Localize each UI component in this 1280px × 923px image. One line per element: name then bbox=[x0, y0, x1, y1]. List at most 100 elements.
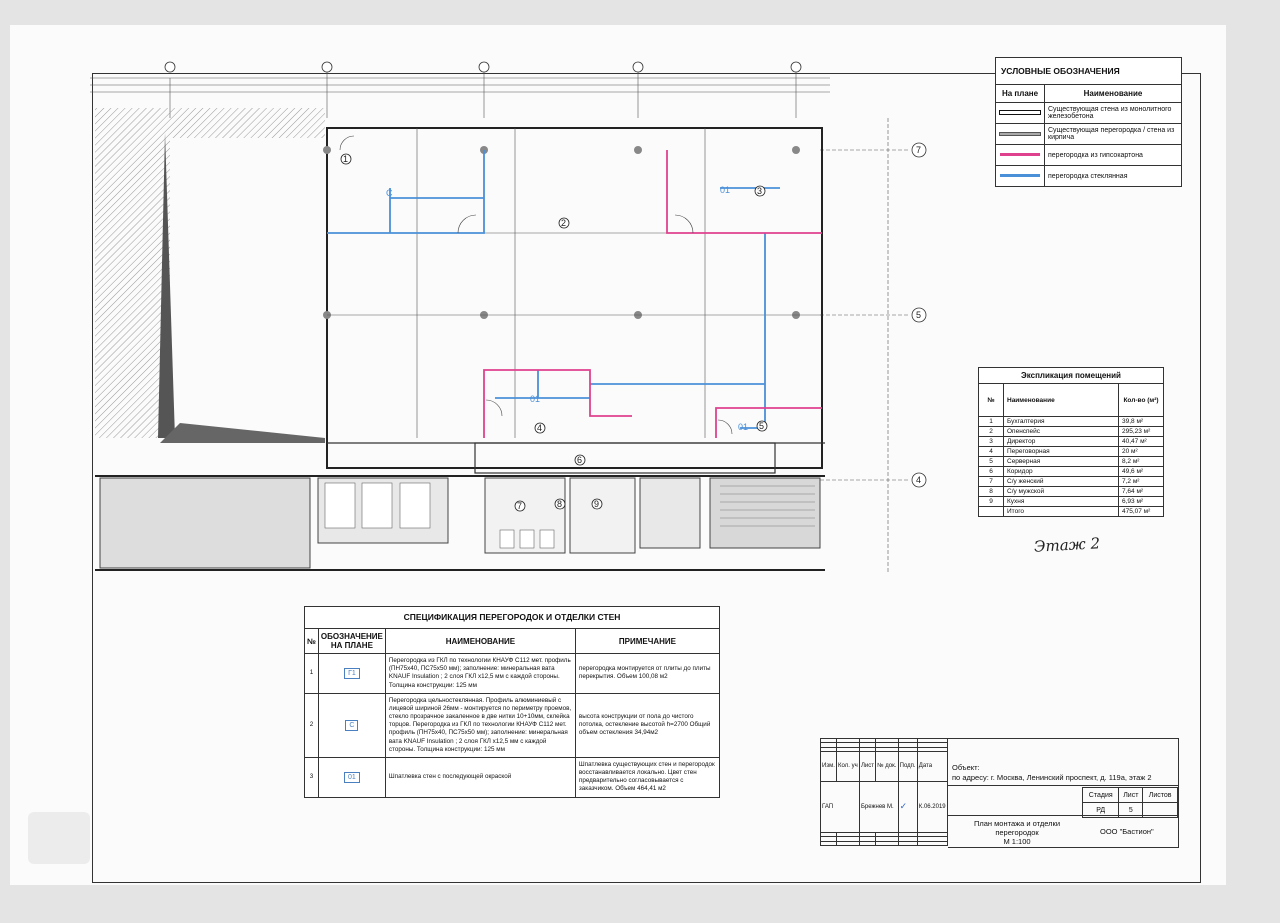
legend-title: УСЛОВНЫЕ ОБОЗНАЧЕНИЯ bbox=[995, 57, 1182, 85]
tb-h-doc: № док. bbox=[875, 750, 899, 782]
explication-total-qty: 475,07 м² bbox=[1118, 506, 1164, 517]
tb-object-address: по адресу: г. Москва, Ленинский проспект… bbox=[952, 773, 1152, 783]
explication-cell-qty: 8,2 м² bbox=[1118, 456, 1164, 467]
explication-cell-no: 9 bbox=[978, 496, 1004, 507]
tb-scale: М 1:100 bbox=[1003, 837, 1031, 846]
room-markers bbox=[340, 153, 768, 512]
explication-cell-no: 1 bbox=[978, 416, 1004, 427]
explication-cell-name: Опенспейс bbox=[1003, 426, 1119, 437]
spec-col-note: ПРИМЕЧАНИЕ bbox=[574, 628, 721, 655]
legend-item-label: Существующая перегородка / стена из кирп… bbox=[1044, 123, 1182, 145]
explication-cell-name: Серверная bbox=[1003, 456, 1119, 467]
spec-title: СПЕЦИФИКАЦИЯ ПЕРЕГОРОДОК И ОТДЕЛКИ СТЕН bbox=[304, 605, 720, 630]
explication-row: 9 Кухня 6,93 м² bbox=[978, 496, 1164, 507]
explication-col-name: Наименование bbox=[1003, 383, 1119, 417]
room-number-4: 4 bbox=[537, 423, 542, 433]
explication-cell-qty: 295,23 м² bbox=[1118, 426, 1164, 437]
explication-cell-qty: 20 м² bbox=[1118, 446, 1164, 457]
explication-row: 3 Директор 40,47 м² bbox=[978, 436, 1164, 447]
spec-cell-name: Перегородка из ГКЛ по технологии КНАУФ С… bbox=[384, 653, 576, 694]
legend-table: УСЛОВНЫЕ ОБОЗНАЧЕНИЯ На плане Наименован… bbox=[995, 57, 1182, 187]
explication-cell-qty: 49,6 м² bbox=[1118, 466, 1164, 477]
explication-cell-qty: 40,47 м² bbox=[1118, 436, 1164, 447]
legend-swatch-glass bbox=[1000, 174, 1040, 178]
spec-cell-no: 2 bbox=[304, 692, 319, 758]
spec-cell-name: Перегородка цельностеклянная. Профиль ал… bbox=[384, 692, 576, 758]
explication-total-label: Итого bbox=[1003, 506, 1119, 517]
spec-row: 2 С Перегородка цельностеклянная. Профиль … bbox=[304, 692, 721, 758]
legend-col-plan: На плане bbox=[995, 84, 1045, 103]
explication-cell-no: 4 bbox=[978, 446, 1004, 457]
spec-cell-no: 1 bbox=[304, 653, 319, 694]
service-core bbox=[99, 477, 821, 569]
axis-label-5: 5 bbox=[916, 310, 921, 320]
explication-cell-name: Переговорная bbox=[1003, 446, 1119, 457]
tb-h-kol: Кол. уч bbox=[836, 750, 860, 782]
room-number-7: 7 bbox=[517, 501, 522, 511]
explication-row: 8 С/у мужской 7,64 м² bbox=[978, 486, 1164, 497]
explication-total-row: Итого 475,07 м² bbox=[978, 506, 1164, 517]
tb-organization: ООО "Бастион" bbox=[1100, 827, 1154, 836]
legend-swatch-concrete bbox=[999, 110, 1041, 116]
axis-label-4: 4 bbox=[916, 475, 921, 485]
explication-cell-name: С/у женский bbox=[1003, 476, 1119, 487]
spec-cell-name: Шпатлевка стен с последующей окраской bbox=[384, 756, 576, 798]
tb-sheets bbox=[1142, 802, 1178, 818]
spec-mark-tag: Г1 bbox=[344, 667, 360, 679]
axis-label-7: 7 bbox=[916, 145, 921, 155]
tb-stage-header: Стадия bbox=[1081, 787, 1120, 803]
room-number-9: 9 bbox=[594, 499, 599, 509]
legend-swatch-brick bbox=[999, 131, 1041, 136]
tb-h-list: Лист bbox=[858, 750, 877, 782]
room-number-2: 2 bbox=[561, 218, 566, 228]
spec-mark-tag: 01 bbox=[344, 771, 360, 783]
explication-table: Экспликация помещений № Наименование Кол… bbox=[978, 367, 1164, 517]
explication-cell-no: 6 bbox=[978, 466, 1004, 477]
door-swings bbox=[339, 135, 733, 435]
scan-artifact bbox=[28, 812, 90, 864]
explication-cell-qty: 7,2 м² bbox=[1118, 476, 1164, 487]
specification-table: СПЕЦИФИКАЦИЯ ПЕРЕГОРОДОК И ОТДЕЛКИ СТЕН … bbox=[304, 605, 721, 798]
tb-drawing-title: План монтажа и отделки перегородок bbox=[973, 819, 1061, 837]
legend-item-label: Существующая стена из монолитного железо… bbox=[1044, 102, 1182, 124]
legend-item-label: перегородка из гипсокартона bbox=[1044, 144, 1182, 166]
legend-col-name: Наименование bbox=[1044, 84, 1182, 103]
signature-mark: ✓ bbox=[897, 780, 918, 834]
tb-h-date: Дата bbox=[916, 750, 949, 782]
explication-row: 5 Серверная 8,2 м² bbox=[978, 456, 1164, 467]
room-number-1: 1 bbox=[343, 154, 348, 164]
explication-col-no: № bbox=[978, 383, 1004, 417]
explication-cell-qty: 6,93 м² bbox=[1118, 496, 1164, 507]
explication-row: 1 Бухгалтерия 39,8 м² bbox=[978, 416, 1164, 427]
tb-person: Брежнев М. bbox=[858, 780, 899, 834]
legend-swatch-drywall bbox=[1000, 153, 1040, 157]
legend-item-label: перегородка стеклянная bbox=[1044, 165, 1182, 187]
explication-cell-no: 7 bbox=[978, 476, 1004, 487]
spec-row: 3 01 Шпатлевка стен с последующей окраской… bbox=[304, 756, 721, 798]
explication-cell-name: Коридор bbox=[1003, 466, 1119, 477]
spec-row: 1 Г1 Перегородка из ГКЛ по технологии КНАУ… bbox=[304, 653, 721, 694]
finish-tag-room4: 01 bbox=[530, 394, 540, 404]
handwritten-floor-note: Этаж 2 bbox=[1033, 534, 1101, 556]
tb-sheet-header: Лист bbox=[1118, 787, 1144, 803]
explication-row: 7 С/у женский 7,2 м² bbox=[978, 476, 1164, 487]
tb-stage: РД bbox=[1081, 802, 1120, 818]
spec-col-mark: ОБОЗНАЧЕНИЕ НА ПЛАНЕ bbox=[317, 628, 386, 655]
spec-cell-note: Шпатлевка существующих стен и перегородо… bbox=[574, 756, 721, 798]
spec-cell-no: 3 bbox=[304, 756, 319, 798]
room-number-8: 8 bbox=[557, 499, 562, 509]
tb-h-izm: Изм. bbox=[819, 750, 838, 782]
spec-col-name: НАИМЕНОВАНИЕ bbox=[384, 628, 576, 655]
glass-tag: C bbox=[386, 188, 393, 198]
spec-mark-tag: С bbox=[345, 719, 359, 731]
explication-row: 6 Коридор 49,6 м² bbox=[978, 466, 1164, 477]
tb-h-sign: Подп. bbox=[897, 750, 918, 782]
tb-object-label: Объект: bbox=[952, 763, 980, 772]
title-block: Изм. Кол. уч Лист № док. Подп. Дата ГАП … bbox=[819, 737, 1179, 848]
explication-cell-qty: 7,64 м² bbox=[1118, 486, 1164, 497]
axis-bubbles-top bbox=[164, 61, 802, 73]
spec-col-no: № bbox=[304, 628, 319, 655]
finish-tag-room3: 01 bbox=[720, 185, 730, 195]
floor-plan: 7 5 4 1 2 3 4 5 6 7 8 9 C 01 01 01 bbox=[90, 61, 927, 573]
room-number-5: 5 bbox=[759, 421, 764, 431]
